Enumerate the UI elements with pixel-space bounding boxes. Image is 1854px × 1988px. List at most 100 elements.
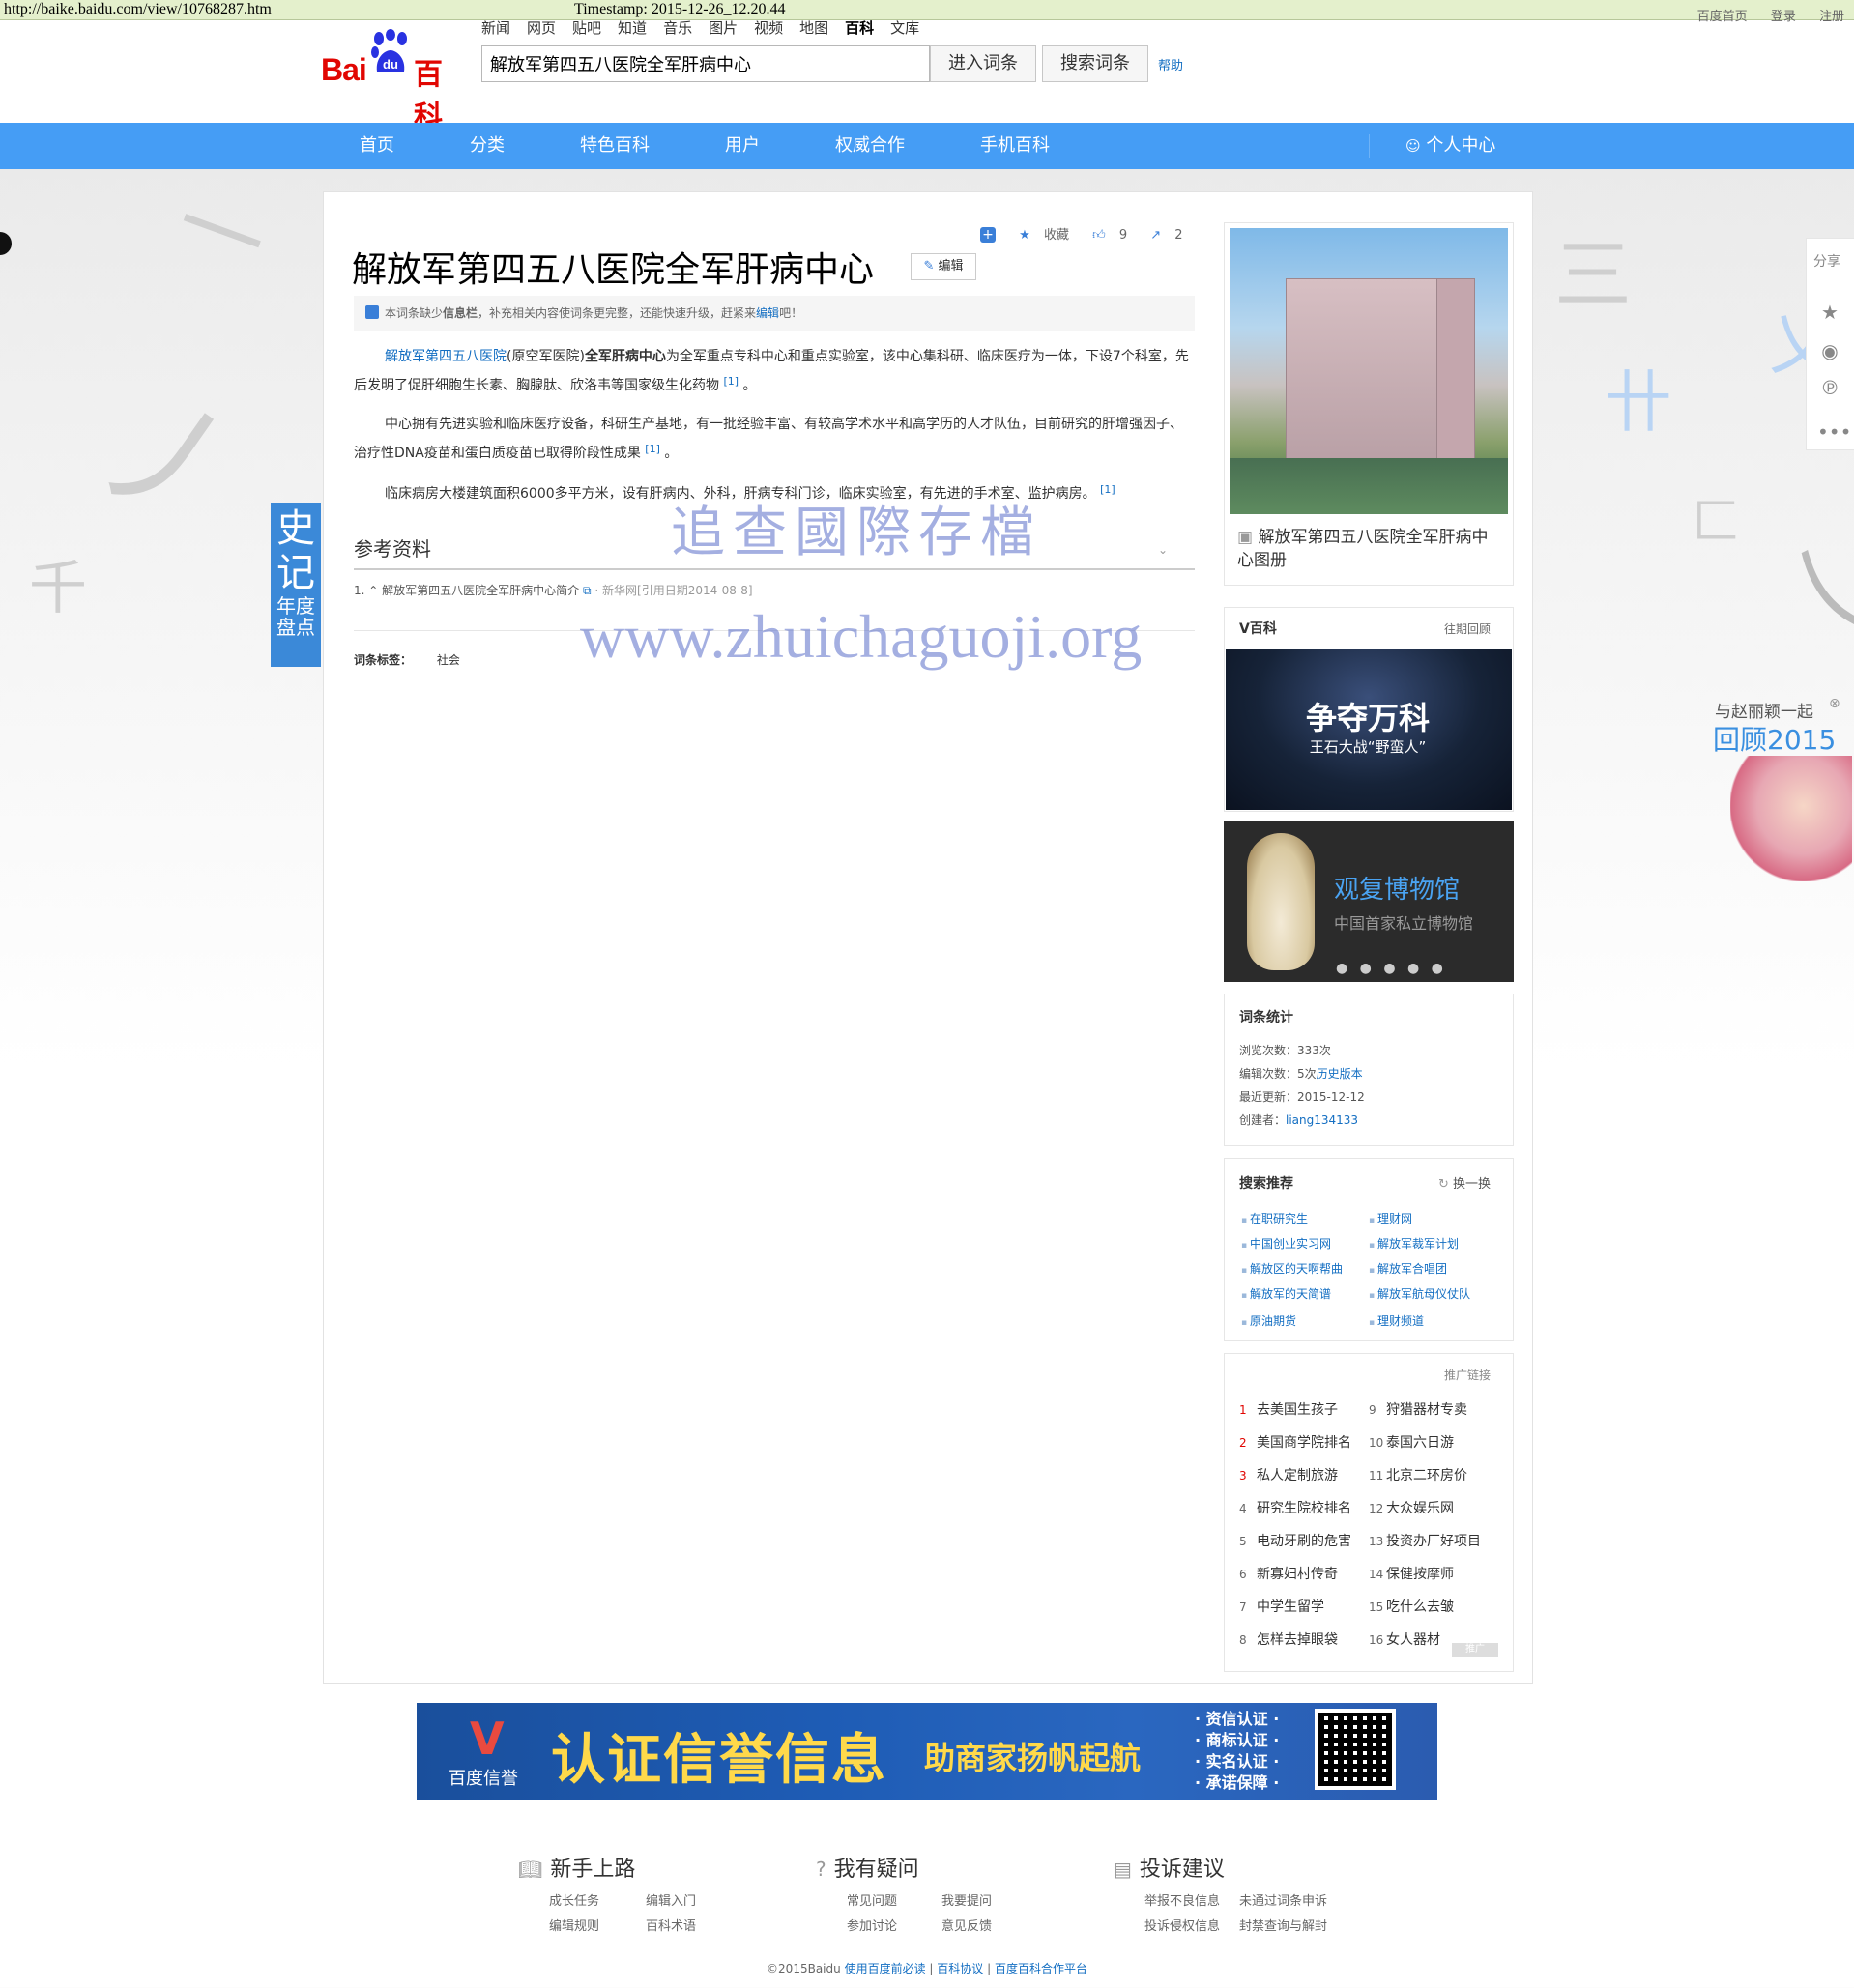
nav-user-center[interactable]: ☺ 个人中心 — [1405, 123, 1495, 169]
enter-entry-button[interactable]: 进入词条 — [930, 45, 1036, 82]
recommend-item[interactable]: 解放区的天啊帮曲 — [1241, 1260, 1343, 1277]
footer-link[interactable]: 投诉侵权信息 — [1144, 1916, 1220, 1934]
notice-edit-link[interactable]: 编辑 — [756, 306, 779, 320]
caret-up-icon[interactable]: ⌃ — [368, 584, 378, 597]
register-link[interactable]: 注册 — [1819, 10, 1844, 24]
footer-link[interactable]: 编辑入门 — [646, 1890, 696, 1909]
footer-link[interactable]: 未通过词条申诉 — [1239, 1890, 1327, 1909]
share-button[interactable]: ↗ 2 — [1141, 228, 1182, 243]
collect-button[interactable]: ★ 收藏 — [1009, 228, 1069, 243]
external-link-icon[interactable]: ⧉ — [583, 584, 592, 597]
promoted-link[interactable]: 15 吃什么去皱 — [1369, 1597, 1454, 1616]
more-icon[interactable]: ••• — [1817, 419, 1851, 445]
nav-category[interactable]: 分类 — [470, 123, 505, 169]
hospital-link[interactable]: 解放军第四五八医院 — [385, 349, 507, 364]
recommend-item[interactable]: 在职研究生 — [1241, 1210, 1308, 1226]
footer-link[interactable]: 举报不良信息 — [1144, 1890, 1220, 1909]
nav-baike[interactable]: 百科 — [845, 19, 874, 37]
promoted-link[interactable]: 16 女人器材 — [1369, 1629, 1440, 1649]
close-icon[interactable]: ⊗ — [1829, 696, 1840, 711]
footer-link[interactable]: 百科术语 — [646, 1916, 696, 1934]
search-input[interactable] — [481, 45, 930, 82]
recommend-item[interactable]: 解放军裁军计划 — [1369, 1235, 1459, 1252]
footer-link[interactable]: 常见问题 — [847, 1890, 897, 1909]
pinterest-icon[interactable]: ℗ — [1817, 375, 1842, 400]
reference-link[interactable]: 解放军第四五八医院全军肝病中心简介 — [382, 584, 579, 597]
footer-link[interactable]: 意见反馈 — [941, 1916, 992, 1934]
promoted-link[interactable]: 5 电动牙刷的危害 — [1239, 1531, 1351, 1550]
recommend-item[interactable]: 理财频道 — [1369, 1312, 1424, 1329]
nav-music[interactable]: 音乐 — [663, 19, 692, 37]
creator-link[interactable]: liang134133 — [1286, 1113, 1358, 1127]
nav-mobile[interactable]: 手机百科 — [980, 123, 1050, 169]
tag-item[interactable]: 社会 — [437, 653, 460, 667]
promoted-link-rank: 12 — [1369, 1502, 1384, 1515]
recommend-item[interactable]: 原油期货 — [1241, 1312, 1296, 1329]
promoted-link-text: 大众娱乐网 — [1386, 1501, 1454, 1516]
promoted-link[interactable]: 13 投资办厂好项目 — [1369, 1531, 1481, 1550]
promoted-link[interactable]: 7 中学生留学 — [1239, 1597, 1324, 1616]
nav-web[interactable]: 网页 — [527, 19, 556, 37]
promoted-link[interactable]: 2 美国商学院排名 — [1239, 1432, 1351, 1452]
nav-news[interactable]: 新闻 — [481, 19, 510, 37]
stat-value: 2015-12-12 — [1297, 1090, 1365, 1104]
footer-link[interactable]: 我要提问 — [941, 1890, 992, 1909]
footer-col-title: 我有疑问 — [833, 1858, 919, 1882]
promoted-link[interactable]: 6 新寡妇村传奇 — [1239, 1564, 1338, 1583]
add-icon[interactable]: + — [980, 227, 996, 243]
citation-link[interactable]: [1] — [645, 443, 660, 455]
promoted-link[interactable]: 4 研究生院校排名 — [1239, 1498, 1351, 1517]
nav-video[interactable]: 视频 — [754, 19, 783, 37]
recommend-item[interactable]: 解放军的天简谱 — [1241, 1285, 1331, 1302]
nav-tieba[interactable]: 贴吧 — [572, 19, 601, 37]
para-text: 中心拥有先进实验和临床医疗设备，科研生产基地，有一批经验丰富、有较高学术水平和高… — [354, 417, 1183, 461]
chevron-down-icon[interactable]: ⌄ — [1158, 543, 1168, 557]
footer-link[interactable]: 封禁查询与解封 — [1239, 1916, 1327, 1934]
recommend-item[interactable]: 理财网 — [1369, 1210, 1412, 1226]
login-link[interactable]: 登录 — [1771, 10, 1796, 24]
nav-map[interactable]: 地图 — [799, 19, 828, 37]
star-icon[interactable]: ★ — [1817, 300, 1842, 325]
nav-users[interactable]: 用户 — [725, 123, 760, 169]
footer-link[interactable]: 编辑规则 — [549, 1916, 599, 1934]
promoted-link[interactable]: 8 怎样去掉眼袋 — [1239, 1629, 1338, 1649]
footer-partner-link[interactable]: 百度百科合作平台 — [995, 1962, 1087, 1975]
like-button[interactable]: 👍︎ 9 — [1083, 228, 1127, 243]
footer-link[interactable]: 成长任务 — [549, 1890, 599, 1909]
footer-terms-link[interactable]: 使用百度前必读 — [845, 1962, 926, 1975]
help-link[interactable]: 帮助 — [1158, 55, 1183, 73]
promoted-link[interactable]: 12 大众娱乐网 — [1369, 1498, 1454, 1517]
nav-zhidao[interactable]: 知道 — [618, 19, 647, 37]
recommend-item[interactable]: 解放军合唱团 — [1369, 1260, 1447, 1277]
recommend-item[interactable]: 中国创业实习网 — [1241, 1235, 1331, 1252]
album-caption[interactable]: ▣ 解放军第四五八医院全军肝病中心图册 — [1237, 526, 1504, 572]
promoted-link[interactable]: 10 泰国六日游 — [1369, 1432, 1454, 1452]
promoted-link[interactable]: 3 私人定制旅游 — [1239, 1465, 1338, 1484]
promoted-link[interactable]: 11 北京二环房价 — [1369, 1465, 1467, 1484]
promoted-link[interactable]: 1 去美国生孩子 — [1239, 1399, 1338, 1419]
search-entry-button[interactable]: 搜索词条 — [1042, 45, 1148, 82]
promoted-link[interactable]: 9 狩猎器材专卖 — [1369, 1399, 1467, 1419]
share-count: 2 — [1174, 228, 1183, 243]
nav-wenku[interactable]: 文库 — [890, 19, 919, 37]
vbaike-more-link[interactable]: 往期回顾 — [1444, 620, 1491, 637]
citation-link[interactable]: [1] — [723, 375, 739, 388]
citation-link[interactable]: [1] — [1100, 483, 1115, 496]
nav-featured[interactable]: 特色百科 — [580, 123, 650, 169]
refresh-button[interactable]: ↻ 换一换 — [1438, 1173, 1491, 1192]
footer-link[interactable]: 参加讨论 — [847, 1916, 897, 1934]
promoted-link-rank: 3 — [1239, 1469, 1247, 1483]
nav-partners[interactable]: 权威合作 — [835, 123, 905, 169]
history-ribbon[interactable]: 史记 年度 盘点 — [271, 503, 321, 667]
history-versions-link[interactable]: 历史版本 — [1317, 1067, 1363, 1080]
edit-button[interactable]: ✎ 编辑 — [911, 253, 976, 280]
weibo-icon[interactable]: ◉ — [1817, 338, 1842, 363]
baidu-baike-logo[interactable]: Bai du 百科 — [321, 29, 468, 134]
carousel-dots[interactable]: ● ● ● ● ● — [1336, 961, 1447, 976]
nav-images[interactable]: 图片 — [709, 19, 738, 37]
footer-agreement-link[interactable]: 百科协议 — [937, 1962, 983, 1975]
promoted-link[interactable]: 14 保健按摩师 — [1369, 1564, 1454, 1583]
baidu-home-link[interactable]: 百度首页 — [1697, 10, 1748, 24]
nav-home[interactable]: 首页 — [360, 123, 394, 169]
recommend-item[interactable]: 解放军航母仪仗队 — [1369, 1285, 1470, 1302]
